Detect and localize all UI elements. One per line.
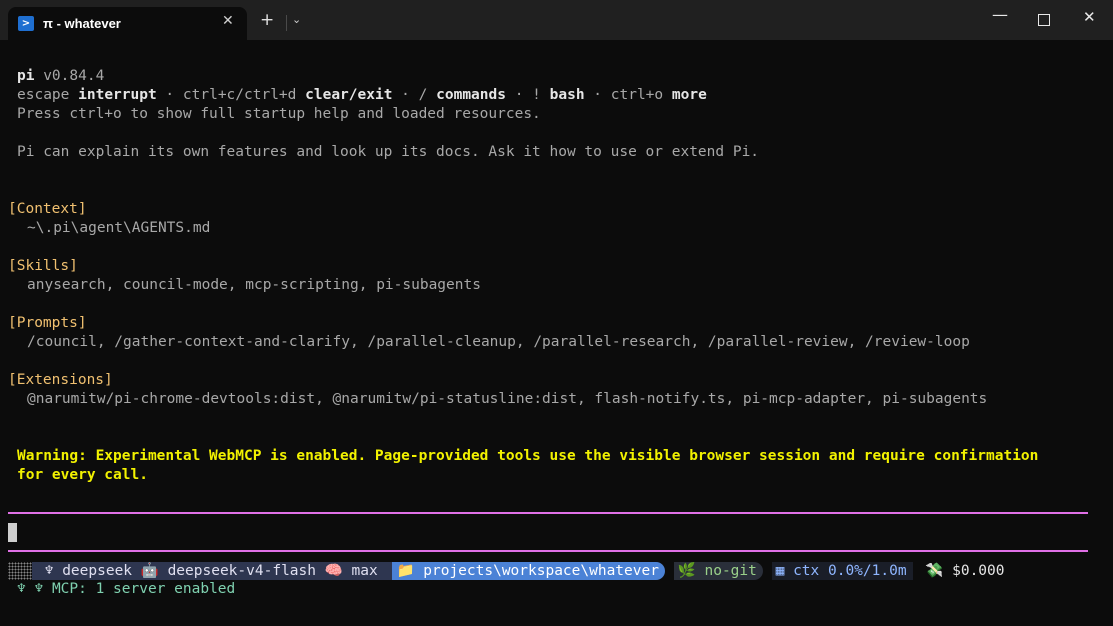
section-body-prompts: /council, /gather-context-and-clarify, /… (27, 334, 970, 350)
context-icon: ▦ (775, 563, 785, 579)
new-tab-icon[interactable]: + (260, 12, 274, 29)
action-more: more (671, 87, 707, 103)
minimize-icon[interactable]: — (992, 5, 1008, 24)
git-status: no-git (704, 563, 757, 579)
warning-line-2: for every call. (17, 467, 148, 483)
action-clear-exit: clear/exit (305, 87, 393, 103)
key-more: ctrl+o (610, 87, 664, 103)
key-escape: escape (17, 87, 70, 103)
key-commands: / (418, 87, 428, 103)
brain-icon: 🧠 (324, 563, 343, 579)
section-header-extensions: [Extensions] (8, 372, 113, 388)
input-bottom-rule (8, 550, 1088, 552)
action-interrupt: interrupt (78, 87, 157, 103)
close-window-icon[interactable]: ✕ (1083, 8, 1096, 26)
separator: · (584, 87, 611, 103)
money-icon: 💸 (925, 563, 944, 579)
status-cost-segment: 💸 $0.000 (921, 562, 1010, 580)
mcp-text: MCP: 1 server enabled (51, 581, 236, 597)
separator: · (392, 87, 419, 103)
app-name: pi (17, 68, 35, 84)
effort: max (351, 563, 378, 579)
section-body-extensions: @narumitw/pi-chrome-devtools:dist, @naru… (27, 391, 988, 407)
tab-active[interactable]: > π - whatever ✕ (8, 7, 247, 40)
key-bash: ! (532, 87, 541, 103)
chevron-down-icon[interactable]: ⌄ (292, 13, 301, 26)
robot-icon: 🤖 (140, 563, 159, 579)
status-path-segment: 📁 projects\workspace\whatever (392, 562, 665, 580)
about-text: Pi can explain its own features and look… (17, 144, 760, 160)
tab-title: π - whatever (43, 16, 121, 31)
provider: deepseek (62, 563, 133, 579)
key-clear-exit: ctrl+c/ctrl+d (182, 87, 297, 103)
section-header-context: [Context] (8, 201, 87, 217)
keys-line: escape interrupt · ctrl+c/ctrl+d clear/e… (17, 86, 707, 105)
warning-line-1: Warning: Experimental WebMCP is enabled.… (17, 448, 1039, 464)
tab-divider (286, 15, 287, 31)
model-name: deepseek-v4-flash (167, 563, 316, 579)
startup-hint: Press ctrl+o to show full startup help a… (17, 106, 541, 122)
git-icon: 🌿 (677, 563, 696, 579)
provider-icon: ♆ (44, 563, 54, 579)
mcp-status: ♆ ♆ MCP: 1 server enabled (17, 581, 235, 597)
section-body-context: ~\.pi\agent\AGENTS.md (27, 220, 211, 236)
tab-close-icon[interactable]: ✕ (222, 13, 234, 29)
status-dots (8, 562, 32, 580)
action-bash: bash (549, 87, 585, 103)
folder-icon: 📁 (396, 563, 415, 579)
status-model-segment: ♆ deepseek 🤖 deepseek-v4-flash 🧠 max (32, 562, 393, 580)
context-usage: ctx 0.0%/1.0m (793, 563, 907, 579)
status-git-segment: 🌿 no-git (673, 562, 763, 580)
mcp-icons: ♆ ♆ (17, 581, 44, 597)
powershell-icon: > (18, 16, 34, 31)
action-commands: commands (436, 87, 506, 103)
input-top-rule (8, 512, 1088, 514)
separator: · (156, 87, 183, 103)
title-bar: > π - whatever ✕ + ⌄ — ✕ (0, 0, 1113, 40)
section-body-skills: anysearch, council-mode, mcp-scripting, … (27, 277, 481, 293)
version: v0.84.4 (43, 68, 105, 84)
status-line: ♆ deepseek 🤖 deepseek-v4-flash 🧠 max 📁 p… (8, 562, 1011, 580)
version-line: pi v0.84.4 (17, 67, 104, 86)
separator: · (505, 87, 533, 103)
cwd-path: projects\workspace\whatever (423, 563, 659, 579)
section-header-prompts: [Prompts] (8, 315, 87, 331)
section-header-skills: [Skills] (8, 258, 78, 274)
input-cursor[interactable] (8, 523, 17, 542)
status-ctx-segment: ▦ ctx 0.0%/1.0m (771, 562, 913, 580)
cost: $0.000 (952, 563, 1005, 579)
maximize-icon[interactable] (1038, 14, 1050, 26)
